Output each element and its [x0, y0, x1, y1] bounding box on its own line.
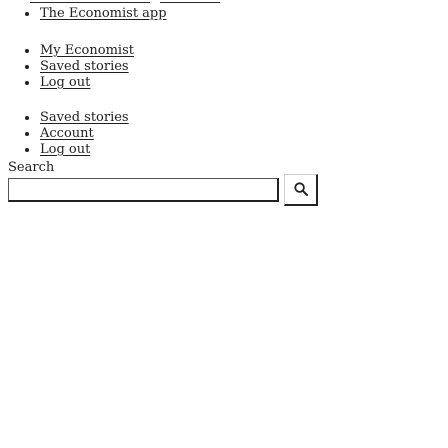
app-menu: The Economist app: [24, 6, 167, 22]
list-item: The Economist app: [24, 6, 167, 22]
clipped-link-underline: [30, 0, 150, 3]
search-button[interactable]: [284, 174, 318, 206]
list-item: Saved stories: [24, 59, 134, 75]
list-item: Log out: [24, 142, 129, 158]
saved-stories-link[interactable]: Saved stories: [40, 59, 129, 74]
search-input[interactable]: [8, 178, 279, 202]
saved-stories-link[interactable]: Saved stories: [40, 110, 129, 125]
my-economist-link[interactable]: My Economist: [40, 43, 134, 58]
list-item: Log out: [24, 75, 134, 91]
account-menu-secondary: Saved stories Account Log out: [24, 110, 129, 158]
search-label: Search: [8, 160, 55, 175]
list-item: Account: [24, 126, 129, 142]
clipped-link-underline: [160, 0, 220, 3]
economist-app-link[interactable]: The Economist app: [40, 6, 167, 21]
account-link[interactable]: Account: [40, 126, 94, 141]
log-out-link[interactable]: Log out: [40, 75, 90, 90]
account-menu-primary: My Economist Saved stories Log out: [24, 43, 134, 91]
list-item: My Economist: [24, 43, 134, 59]
log-out-link[interactable]: Log out: [40, 142, 90, 157]
list-item: Saved stories: [24, 110, 129, 126]
search-icon: [294, 182, 308, 196]
